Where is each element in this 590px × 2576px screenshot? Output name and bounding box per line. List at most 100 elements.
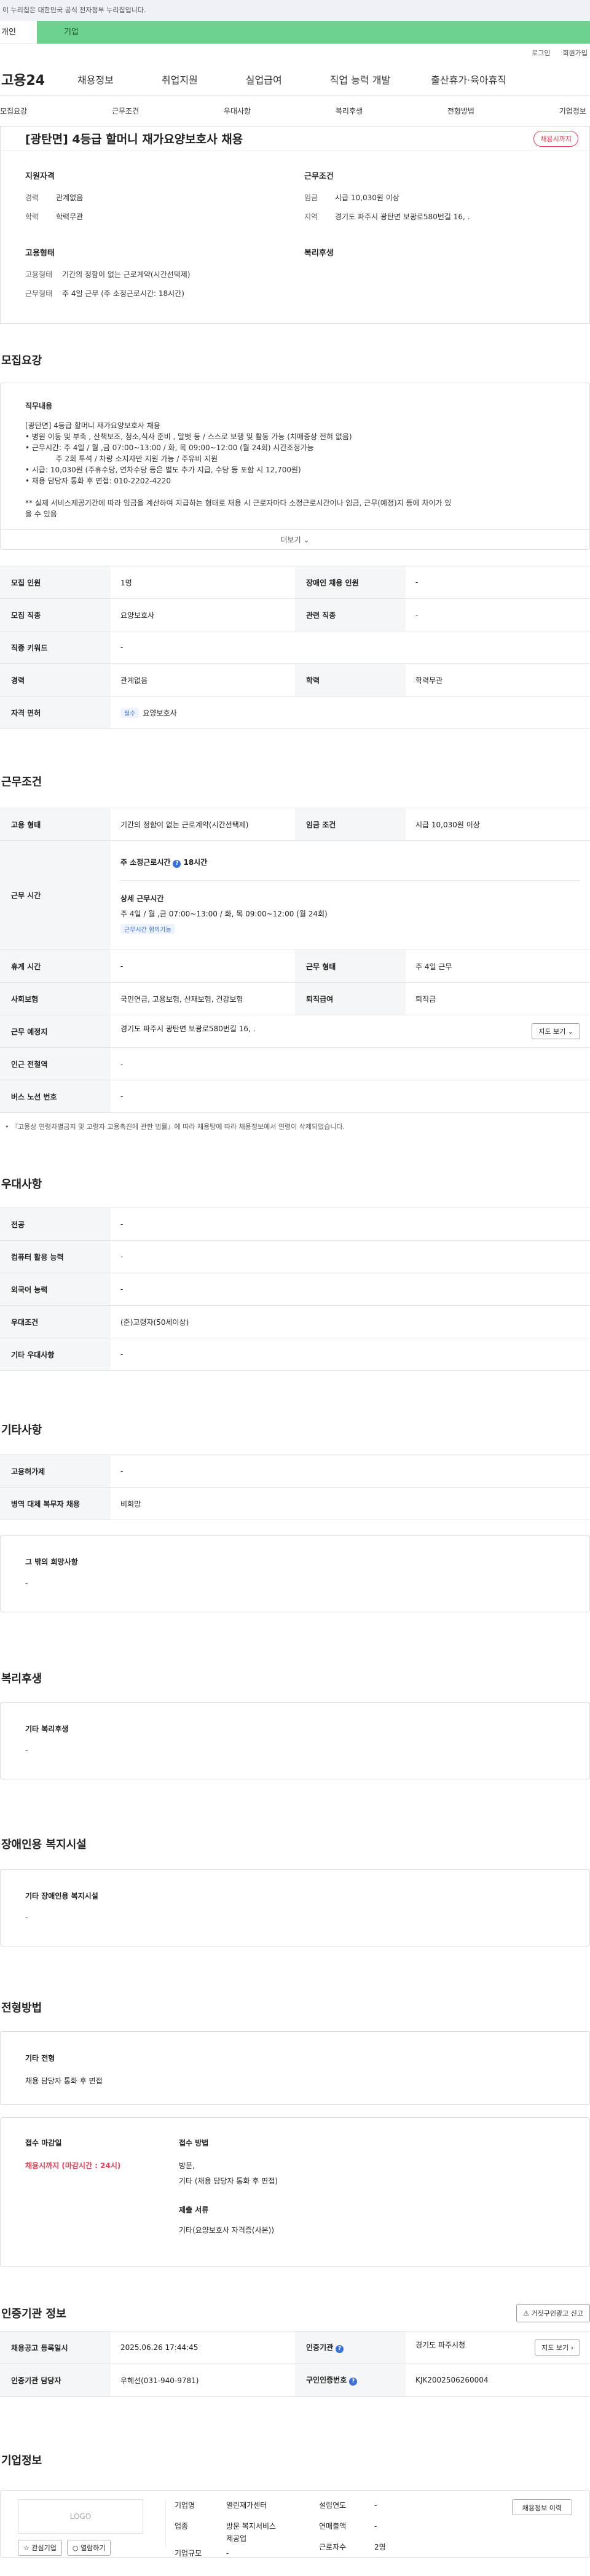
method-heading: 접수 방법: [179, 2139, 209, 2147]
question-icon[interactable]: ?: [349, 2378, 358, 2386]
desc-line: • 채용 담당자 통화 후 면접: 010-2202-4220: [25, 477, 171, 485]
tab-company[interactable]: 기업정보: [559, 106, 586, 116]
cell-value: 기간의 정함이 없는 근로계약(시간선택제): [111, 808, 295, 841]
tab-person[interactable]: 개인: [0, 21, 37, 44]
detail-hours-value: 주 4일 / 월 ,금 07:00~13:00 / 화, 목 09:00~12:…: [120, 909, 328, 918]
table-row: 모집 직종 요양보호사 관련 직종 -: [0, 598, 590, 631]
cell-value: 비희망: [111, 1487, 590, 1520]
table-row: 근무 예정지 경기도 파주시 광탄면 보광로580번길 16, . 지도 보기 ⌄: [0, 1015, 590, 1048]
company-section-title: 기업정보: [1, 2454, 42, 2467]
interest-button[interactable]: ☆ 관심기업: [18, 2540, 62, 2556]
region-label: 지역: [304, 213, 318, 221]
alert-icon: ⚠: [523, 2309, 530, 2317]
cell-value: -: [111, 1047, 590, 1080]
cell-label: 관련 직종: [295, 598, 406, 631]
desc-line: • 병원 이동 및 부축 , 산책보조, 청소,식사 준비 , 말벗 등 / 스…: [25, 432, 352, 441]
cell-label: 자격 면허: [0, 696, 111, 729]
wage-value: 시급 10,030원 이상: [335, 193, 399, 202]
adjustable-chip: 근무시간 협의가능: [120, 923, 175, 934]
process-section-title: 전형방법: [1, 2002, 42, 2015]
tab-process[interactable]: 전형방법: [447, 106, 474, 116]
other-wish-value: -: [25, 1579, 28, 1588]
size-value: -: [226, 2549, 229, 2558]
cell-label: 사회보험: [0, 982, 111, 1015]
section-tabs: 모집요강 근무조건 우대사항 복리후생 전형방법 기업정보: [0, 96, 590, 127]
nav-item-unemployment[interactable]: 실업급여: [246, 72, 282, 87]
nav-item-training[interactable]: 직업 능력 개발: [330, 72, 391, 87]
industry-value: 제공업: [226, 2534, 247, 2543]
cell-label: 인증기관 담당자: [0, 2363, 111, 2397]
cell-label: 근무 형태: [295, 950, 406, 983]
nav-item-employment-support[interactable]: 취업지원: [162, 72, 198, 87]
cell-label: 휴게 시간: [0, 950, 111, 983]
nav-item-jobs[interactable]: 채용정보: [77, 72, 114, 87]
job-title-row: [광탄면] 4등급 할머니 재가요양보호사 채용 채용시까지: [1, 127, 589, 151]
deadline-badge: 채용시까지: [533, 130, 578, 147]
recruit-section-title: 모집요강: [1, 354, 42, 367]
history-button[interactable]: 채용정보 이력: [511, 2499, 572, 2515]
report-button[interactable]: ⚠ 거짓구인광고 신고: [516, 2304, 590, 2322]
etc-section-title: 기타사항: [1, 1424, 42, 1437]
etc-table: 고용허가제 - 병역 대체 복무자 채용 비희망: [0, 1454, 590, 1520]
nav-item-parental-leave[interactable]: 출산휴가·육아휴직: [431, 72, 506, 87]
chevron-down-icon: ⌄: [567, 1028, 573, 1036]
tab-work[interactable]: 근무조건: [112, 106, 139, 116]
star-icon: ☆: [23, 2544, 30, 2552]
cell-label: 장애인 채용 인원: [295, 566, 406, 599]
weekly-hours-label: 주 소정근로시간: [120, 857, 171, 867]
cell-label: 직종 키워드: [0, 631, 111, 664]
tab-company[interactable]: 기업: [37, 21, 590, 44]
cell-label: 우대조건: [0, 1305, 111, 1338]
career-value: 관계없음: [56, 193, 84, 202]
company-logo: LOGO: [18, 2499, 143, 2534]
benefit-section-title: 복리후생: [1, 1672, 42, 1685]
question-icon[interactable]: ?: [336, 2345, 344, 2353]
company-card: LOGO ☆ 관심기업 ○ 열람하기 기업명 열린재가센터 업종 방문 복지서비스 제…: [0, 2490, 590, 2558]
process-box: 기타 전형 채용 담당자 통화 후 면접: [0, 2031, 590, 2105]
region-value: 경기도 파주시 광탄면 보광로580번길 16, .: [335, 213, 470, 221]
process-value: 채용 담당자 통화 후 면접: [25, 2077, 103, 2085]
cell-label: 모집 직종: [0, 598, 111, 631]
desc-line: 을 수 있음: [25, 510, 57, 518]
question-icon[interactable]: ?: [173, 859, 181, 868]
founded-label: 설립연도: [319, 2501, 347, 2510]
company-name-value: 열린재가센터: [226, 2501, 267, 2510]
gov-notice: 이 누리집은 대한민국 공식 전자정부 누리집입니다.: [0, 0, 590, 21]
tab-welfare[interactable]: 복리후생: [336, 106, 363, 116]
site-logo[interactable]: 고용24: [0, 69, 68, 89]
disabled-label: 기타 장애인용 복지시설: [25, 1892, 98, 1900]
chevron-right-icon: ›: [570, 2344, 573, 2352]
table-row: 고용허가제 -: [0, 1454, 590, 1488]
education-label: 학력: [25, 213, 39, 221]
more-label: 더보기: [280, 536, 301, 544]
table-row: 모집 인원 1명 장애인 채용 인원 -: [0, 566, 590, 599]
view-button[interactable]: ○ 열람하기: [66, 2540, 111, 2556]
employment-type-value: 기간의 정함이 없는 근로계약(시간선택제): [62, 270, 191, 279]
benefit-label: 기타 복리후생: [25, 1725, 69, 1733]
recruit-table: 모집 인원 1명 장애인 채용 인원 - 모집 직종 요양보호사 관련 직종 -…: [0, 566, 590, 729]
map-button[interactable]: 지도 보기 ⌄: [532, 1023, 580, 1039]
desc-line: 주 2회 투석 / 차량 소지자만 지원 가능 / 주유비 지원: [25, 455, 218, 463]
cell-value: 퇴직금: [406, 982, 590, 1015]
other-wish-label: 그 밖의 희망사항: [25, 1558, 78, 1566]
cell-label: 모집 인원: [0, 566, 111, 599]
condition-heading: 근무조건: [304, 172, 334, 181]
table-row: 고용 형태 기간의 정함이 없는 근로계약(시간선택제) 임금 조건 시급 10…: [0, 808, 590, 841]
circle-icon: ○: [72, 2544, 79, 2552]
tab-recruit[interactable]: 모집요강: [0, 106, 27, 116]
signup-link[interactable]: 회원가입: [563, 44, 588, 63]
cell-value: -: [406, 598, 590, 631]
more-button[interactable]: 더보기 ⌄: [1, 529, 589, 549]
work-table: 고용 형태 기간의 정함이 없는 근로계약(시간선택제) 임금 조건 시급 10…: [0, 808, 590, 1113]
benefit-value: -: [25, 1746, 28, 1755]
desc-line: • 근무시간: 주 4일 / 월 ,금 07:00~13:00 / 화, 목 0…: [25, 443, 314, 452]
map-button[interactable]: 지도 보기 ›: [535, 2340, 580, 2355]
cell-label: 컴퓨터 활용 능력: [0, 1240, 111, 1273]
map-button-label: 지도 보기: [538, 1028, 566, 1036]
process-label: 기타 전형: [25, 2054, 55, 2063]
cell-value: -: [406, 566, 590, 599]
wage-label: 임금: [304, 193, 318, 202]
table-row: 자격 면허 필수 요양보호사: [0, 696, 590, 729]
tab-preference[interactable]: 우대사항: [224, 106, 251, 116]
login-link[interactable]: 로그인: [532, 44, 550, 63]
